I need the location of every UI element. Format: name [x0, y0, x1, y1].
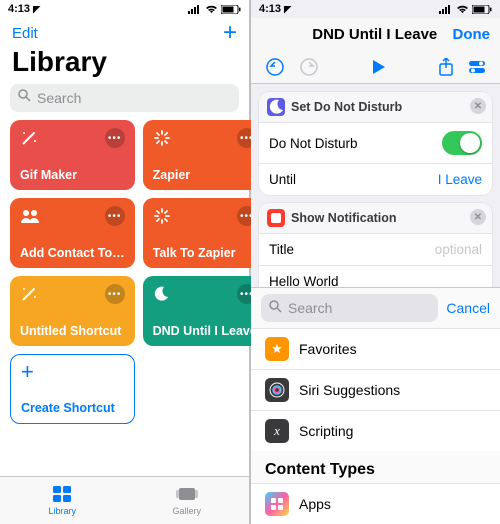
card-label: Add Contact To… [20, 246, 125, 260]
search-icon [269, 300, 282, 316]
tab-gallery[interactable]: Gallery [125, 477, 250, 524]
drawer-search-placeholder: Search [288, 300, 332, 316]
done-button[interactable]: Done [453, 26, 491, 43]
bell-icon [267, 209, 285, 227]
tab-library[interactable]: Library [0, 477, 125, 524]
tab-label: Library [48, 506, 76, 516]
drawer-item[interactable]: ★ Favorites [251, 328, 500, 369]
row-key: Until [269, 172, 296, 187]
row-key: Do Not Disturb [269, 136, 358, 151]
editor-nav: DND Until I Leave Done [251, 18, 500, 50]
battery-icon [221, 5, 241, 14]
battery-icon [472, 5, 492, 14]
action-header: Show Notification ✕ [259, 203, 492, 233]
drawer-item-label: Siri Suggestions [299, 382, 400, 398]
tab-bar: Library Gallery [0, 476, 249, 524]
people-icon [20, 208, 40, 224]
page-title: Library [0, 44, 249, 84]
library-nav: Edit + [0, 18, 249, 44]
search-icon [18, 89, 31, 107]
signal-icon [439, 5, 453, 14]
remove-action-button[interactable]: ✕ [470, 98, 486, 114]
undo-button[interactable] [265, 57, 285, 77]
row-value: I Leave [438, 172, 482, 187]
card-label: Untitled Shortcut [20, 324, 125, 338]
apps-icon [265, 492, 289, 516]
wifi-icon [456, 5, 469, 14]
card-label: Talk To Zapier [153, 246, 257, 260]
card-label: Gif Maker [20, 168, 125, 182]
editor-title: DND Until I Leave [297, 26, 453, 43]
action-row[interactable]: Until I Leave [259, 163, 492, 195]
search-placeholder: Search [37, 90, 81, 106]
plus-icon: + [21, 363, 124, 381]
row-placeholder: optional [435, 242, 482, 257]
redo-button [299, 57, 319, 77]
action-block: Show Notification✕TitleoptionalHello Wor… [259, 203, 492, 297]
shortcut-card[interactable]: •••Talk To Zapier [143, 198, 267, 268]
toggle-switch[interactable] [442, 131, 482, 155]
status-time: 4:13 [8, 3, 30, 15]
action-block: Set Do Not Disturb ✕ Do Not Disturb Until I … [259, 92, 492, 195]
drawer-item-apps[interactable]: Apps [251, 483, 500, 524]
action-drawer: Search Cancel ★ Favorites Siri Suggestions… [251, 287, 500, 524]
drawer-search-input[interactable]: Search [261, 294, 438, 322]
action-title: Show Notification [291, 211, 397, 225]
remove-action-button[interactable]: ✕ [470, 209, 486, 225]
add-shortcut-button[interactable]: + [223, 23, 237, 43]
shortcut-editor-screen: 4:13 ◤ DND Until I Leave Done Set Do Not… [251, 0, 500, 524]
row-key: Title [269, 242, 294, 257]
drawer-item-icon [265, 378, 289, 402]
drawer-cancel-button[interactable]: Cancel [446, 300, 490, 316]
action-header: Set Do Not Disturb ✕ [259, 92, 492, 122]
drawer-item-icon: x [265, 419, 289, 443]
drawer-item-label: Scripting [299, 423, 353, 439]
status-bar: 4:13 ◤ [0, 0, 249, 18]
moon-icon [267, 98, 285, 116]
search-input[interactable]: Search [10, 84, 239, 112]
drawer-section-header: Content Types [251, 451, 500, 483]
library-tab-icon [52, 485, 72, 505]
editor-toolbar [251, 50, 500, 84]
burst-icon [153, 129, 171, 147]
status-bar: 4:13 ◤ [251, 0, 500, 18]
card-label: Zapier [153, 168, 257, 182]
signal-icon [188, 5, 202, 14]
drawer-item-label: Apps [299, 496, 331, 512]
wand-icon [20, 285, 38, 303]
moon-icon [153, 286, 169, 302]
shortcut-card[interactable]: ••• Add Contact To… [10, 198, 135, 268]
shortcut-card[interactable]: •••DND Until I Leave [143, 276, 267, 346]
gallery-tab-icon [176, 485, 198, 505]
settings-button[interactable] [468, 59, 486, 75]
card-label: DND Until I Leave [153, 324, 257, 338]
burst-icon [153, 207, 171, 225]
action-row[interactable]: Title optional [259, 233, 492, 265]
action-list: Set Do Not Disturb ✕ Do Not Disturb Until I … [251, 84, 500, 305]
card-more-button[interactable]: ••• [105, 128, 125, 148]
library-screen: 4:13 ◤ Edit + Library Search ••• Gif Make… [0, 0, 249, 524]
shortcut-card[interactable]: •••Zapier [143, 120, 267, 190]
share-button[interactable] [438, 58, 454, 76]
card-more-button[interactable]: ••• [105, 206, 125, 226]
drawer-item[interactable]: Siri Suggestions [251, 369, 500, 410]
action-title: Set Do Not Disturb [291, 100, 402, 114]
drawer-item-icon: ★ [265, 337, 289, 361]
status-time: 4:13 [259, 3, 281, 15]
shortcut-card[interactable]: ••• Untitled Shortcut [10, 276, 135, 346]
edit-button[interactable]: Edit [12, 25, 38, 42]
drawer-item[interactable]: x Scripting [251, 410, 500, 451]
drawer-item-label: Favorites [299, 341, 357, 357]
create-shortcut-button[interactable]: + Create Shortcut [10, 354, 135, 424]
wifi-icon [205, 5, 218, 14]
shortcut-card[interactable]: ••• Gif Maker [10, 120, 135, 190]
action-row: Do Not Disturb [259, 122, 492, 163]
wand-icon [20, 129, 38, 147]
tab-label: Gallery [172, 506, 201, 516]
create-label: Create Shortcut [21, 401, 124, 415]
shortcut-grid: •••Gif Maker•••Zapier•••Add Contact To…•… [0, 120, 249, 424]
run-button[interactable] [371, 59, 387, 75]
card-more-button[interactable]: ••• [105, 284, 125, 304]
